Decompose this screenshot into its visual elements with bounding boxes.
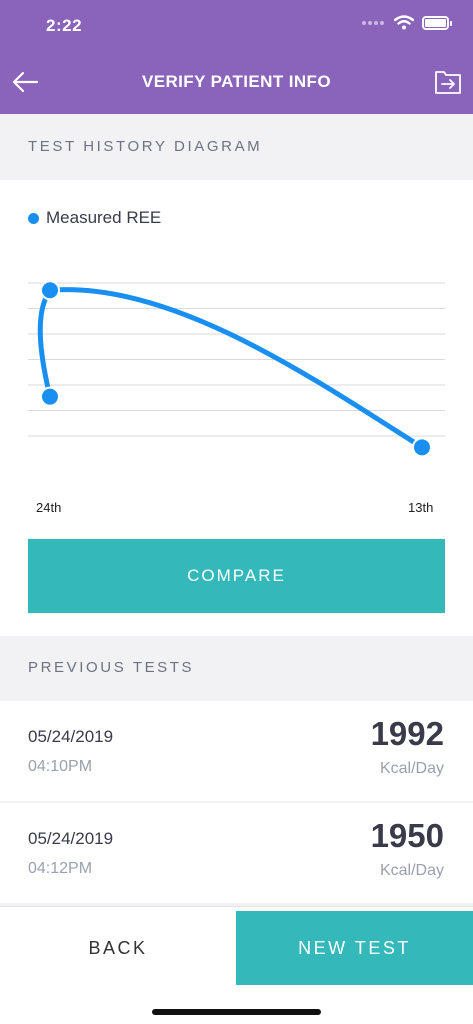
bottom-action-bar: BACK NEW TEST — [0, 906, 473, 1024]
wifi-icon — [394, 15, 414, 30]
ree-line-chart — [28, 280, 445, 458]
test-row[interactable]: 05/24/2019 04:10PM 1992 Kcal/Day — [0, 701, 473, 801]
screen: 2:22 VERIFY PATIENT INFO TEST HISTORY DI… — [0, 0, 473, 1024]
header-bar: 2:22 VERIFY PATIENT INFO — [0, 0, 473, 114]
series-line — [37, 287, 425, 450]
status-time: 2:22 — [46, 16, 83, 35]
chart-card: Measured REE 24th 13th COMPARE — [0, 180, 473, 636]
legend-marker — [28, 212, 39, 224]
test-date: 05/24/2019 — [28, 829, 114, 848]
x-tick-label: 24th — [36, 500, 62, 515]
test-time: 04:12PM — [28, 860, 93, 877]
previous-tests-label: PREVIOUS TESTS — [28, 659, 195, 676]
battery-icon — [422, 15, 452, 30]
data-point[interactable] — [412, 437, 432, 458]
test-value: 1950 — [370, 817, 444, 854]
data-point[interactable] — [40, 386, 60, 407]
compare-button[interactable]: COMPARE — [28, 539, 445, 613]
test-time: 04:10PM — [28, 758, 93, 775]
home-indicator — [152, 1009, 321, 1015]
folder-export-icon[interactable] — [433, 68, 463, 96]
test-unit: Kcal/Day — [379, 862, 444, 879]
chart-legend: Measured REE — [28, 208, 161, 228]
test-value: 1992 — [370, 715, 444, 752]
test-date: 05/24/2019 — [28, 727, 114, 746]
test-unit: Kcal/Day — [379, 760, 444, 777]
test-row[interactable]: 05/24/2019 04:12PM 1950 Kcal/Day — [0, 803, 473, 903]
status-icons — [362, 15, 452, 30]
back-button[interactable]: BACK — [0, 911, 236, 985]
data-point[interactable] — [40, 280, 60, 301]
page-title: VERIFY PATIENT INFO — [142, 72, 331, 91]
new-test-button[interactable]: NEW TEST — [236, 911, 473, 985]
history-section-label: TEST HISTORY DIAGRAM — [28, 138, 263, 155]
x-tick-label: 13th — [408, 500, 434, 515]
legend-label: Measured REE — [46, 208, 162, 227]
signal-icon — [362, 20, 384, 25]
